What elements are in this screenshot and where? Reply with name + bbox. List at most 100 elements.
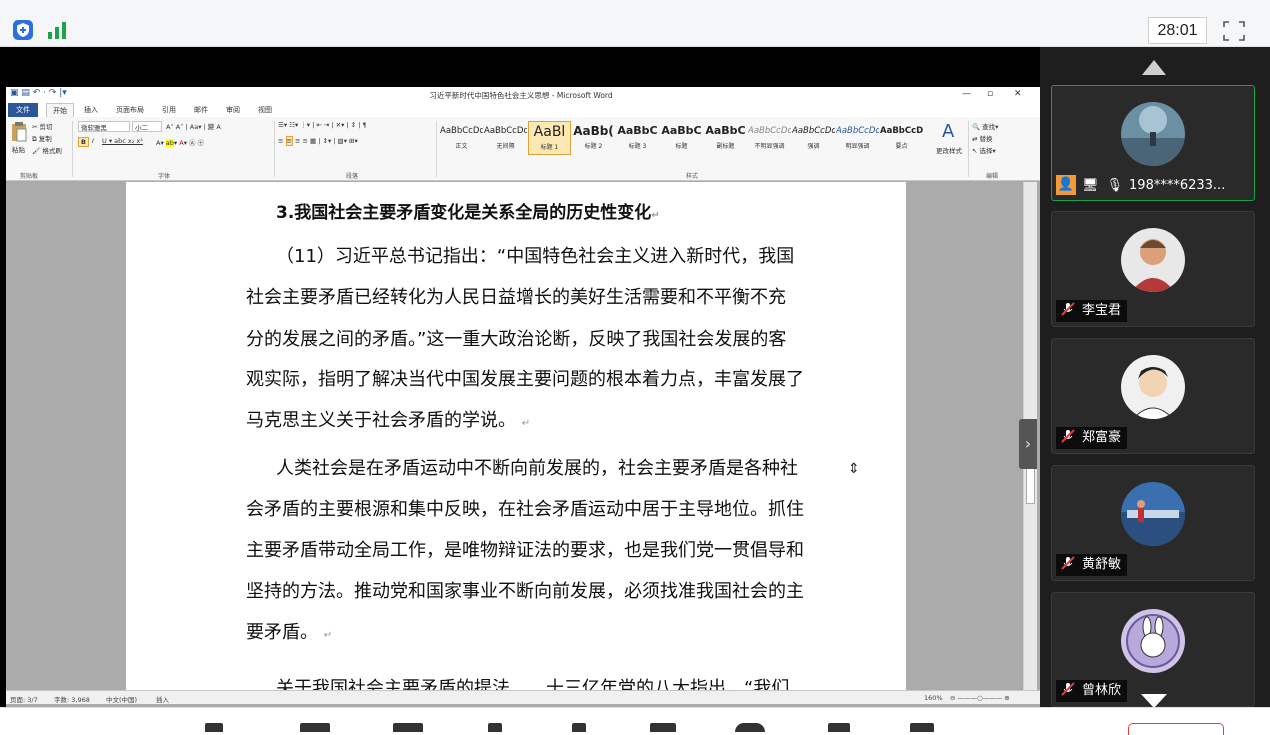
tab-page-layout[interactable]: 页面布局 — [116, 105, 144, 115]
participant-nametag: 黄舒敏 — [1056, 554, 1128, 576]
style-preview: AaBbC — [661, 124, 702, 137]
participant-name: 曾林欣 — [1082, 683, 1122, 698]
word-window: ▣ ▤ ↶ · ↷ |▾ 习近平新时代中国特色社会主义思想 - Microsof… — [6, 87, 1040, 707]
style-strong[interactable]: AaBbCcDd 要点 — [880, 121, 923, 155]
document-page[interactable]: 3.我国社会主要矛盾变化是关系全局的历史性变化↵ （11）习近平总书记指出：“中… — [126, 182, 906, 692]
tab-review[interactable]: 审阅 — [226, 105, 240, 115]
doc-line: （11）习近平总书记指出：“中国特色社会主义进入新时代，我国 — [276, 246, 795, 267]
tab-insert[interactable]: 插入 — [84, 105, 98, 115]
style-heading-1[interactable]: AaBl 标题 1 — [528, 121, 571, 155]
resize-cursor-icon: ⇕ — [848, 461, 860, 477]
underline-button[interactable]: U ▾ abc x₂ x² — [102, 137, 143, 145]
paste-button[interactable]: 粘贴 — [12, 144, 25, 154]
find-label: 查找 — [982, 123, 996, 131]
host-icon: 👤 — [1056, 175, 1076, 195]
close-icon[interactable]: ✕ — [1014, 89, 1022, 99]
avatar — [1121, 482, 1185, 546]
list-buttons[interactable]: ☰▾ ☷▾ ⋮▾ | ⇤ ⇥ | ✕▾ | ↕ | ¶ — [278, 121, 367, 129]
status-mode[interactable]: 插入 — [156, 694, 169, 704]
restore-icon[interactable]: ▫ — [987, 89, 993, 99]
style-preview: AaBbCcDd — [440, 126, 483, 136]
replace-button[interactable]: ⇄ 替换 — [972, 133, 993, 143]
doc-line: 社会主要矛盾已经转化为人民日益增长的美好生活需要和不平衡不充 — [246, 287, 786, 308]
style-subtle-emphasis[interactable]: AaBbCcDd 不明显强调 — [748, 121, 791, 155]
participant-tile[interactable]: 黄舒敏 — [1051, 465, 1255, 581]
avatar — [1121, 102, 1185, 166]
text-effects-button[interactable]: A▾ ab▾ A▾ Ⓐ ㊉ — [156, 137, 204, 147]
ribbon-tabs: 文件 开始 插入 页面布局 引用 邮件 审阅 视图 — [6, 103, 1040, 117]
cut-button[interactable]: ✂ 剪切 — [32, 121, 53, 131]
doc-line-end: 马克思主义关于社会矛盾的学说。 ↵ — [246, 406, 530, 432]
doc-line: 分的发展之间的矛盾。”这一重大政治论断，反映了我国社会发展的客 — [246, 329, 787, 350]
tab-file[interactable]: 文件 — [8, 103, 38, 117]
fullscreen-icon[interactable] — [1222, 20, 1246, 42]
meeting-top-bar: 28:01 — [0, 0, 1270, 47]
participant-tile[interactable]: 李宝君 — [1051, 211, 1255, 327]
doc-line: 主要矛盾带动全局工作，是唯物辩证法的要求，也是我们党一贯倡导和 — [246, 540, 804, 561]
status-words[interactable]: 字数: 3,968 — [54, 694, 90, 704]
status-zoom[interactable]: 160% — [924, 694, 943, 702]
participant-nametag: 郑富豪 — [1056, 427, 1128, 449]
align-buttons[interactable]: ≡ ≡ ≡ ≡ ▦ | ↕▾ | ▧▾ ⊞▾ — [278, 136, 358, 146]
word-status-bar: 页面: 3/7 字数: 3,968 中文(中国) 插入 160% ⊖ ———○—… — [6, 690, 1040, 704]
status-page[interactable]: 页面: 3/7 — [10, 694, 38, 704]
scroll-down-icon[interactable] — [1141, 694, 1167, 708]
select-button[interactable]: ↖ 选择▾ — [972, 145, 996, 155]
participant-tile[interactable]: 曾林欣 — [1051, 592, 1255, 707]
scroll-up-icon[interactable] — [1142, 60, 1166, 75]
format-painter-button[interactable]: 🖌 格式刷 — [32, 145, 62, 155]
style-intense-emphasis[interactable]: AaBbCcDd 明显强调 — [836, 121, 879, 155]
style-name: 不明显强调 — [754, 143, 785, 150]
quick-access-toolbar[interactable]: ▣ ▤ ↶ · ↷ |▾ — [10, 88, 67, 98]
participant-name: 198****6233... — [1129, 177, 1226, 193]
style-name: 强调 — [807, 143, 820, 150]
center-align-button[interactable]: ≡ — [285, 136, 293, 146]
style-name: 标题 — [675, 143, 688, 150]
font-size-select[interactable]: 小二 — [132, 121, 162, 132]
document-heading: 3.我国社会主要矛盾变化是关系全局的历史性变化↵ — [276, 198, 660, 223]
tab-home[interactable]: 开始 — [46, 103, 74, 117]
expand-panel-button[interactable]: › — [1019, 419, 1037, 469]
style-name: 标题 3 — [628, 143, 647, 150]
mic-off-icon — [1061, 302, 1075, 316]
style-title[interactable]: AaBbC 标题 — [660, 121, 703, 155]
style-name: 标题 2 — [584, 143, 603, 150]
paragraph-mark: ↵ — [521, 418, 531, 429]
status-language[interactable]: 中文(中国) — [106, 694, 137, 704]
change-styles-icon[interactable]: A — [942, 121, 954, 142]
minimize-icon[interactable]: — — [962, 89, 971, 99]
shield-icon[interactable] — [12, 19, 34, 41]
paragraph-group-label: 段落 — [346, 173, 359, 180]
paste-icon[interactable] — [10, 121, 28, 143]
italic-button[interactable]: I — [92, 137, 94, 145]
mic-off-icon — [1061, 556, 1075, 570]
style-preview: AaBbC — [705, 124, 746, 137]
end-meeting-button[interactable] — [1128, 723, 1224, 735]
style-emphasis[interactable]: AaBbCcDd 强调 — [792, 121, 835, 155]
participant-nametag: 曾林欣 — [1056, 680, 1128, 702]
font-name-select[interactable]: 微软雅黑 — [78, 121, 130, 132]
tab-view[interactable]: 视图 — [258, 105, 272, 115]
change-styles-button[interactable]: 更改样式 — [936, 145, 962, 155]
style-normal[interactable]: AaBbCcDd 正文 — [440, 121, 483, 155]
style-heading-2[interactable]: AaBb(标题 2 — [572, 121, 615, 155]
font-color-swatch: A — [179, 139, 184, 147]
doc-line: 观实际，指明了解决当代中国发展主要问题的根本着力点，丰富发展了 — [246, 369, 804, 390]
style-name: 要点 — [895, 143, 908, 150]
style-no-spacing[interactable]: AaBbCcDd 无间隔 — [484, 121, 527, 155]
style-heading-3[interactable]: AaBbC 标题 3 — [616, 121, 659, 155]
zoom-slider[interactable]: ⊖ ———○——— ⊕ — [950, 694, 1010, 702]
doc-line: 会矛盾的主要根源和集中反映，在社会矛盾运动中居于主导地位。抓住 — [246, 499, 804, 520]
find-button[interactable]: 🔍 查找▾ — [972, 121, 998, 131]
participant-tile[interactable]: 郑富豪 — [1051, 338, 1255, 454]
participant-tile[interactable]: 👤 🖥 🎙 198****6233... — [1051, 85, 1255, 201]
tab-mailings[interactable]: 邮件 — [194, 105, 208, 115]
tab-references[interactable]: 引用 — [162, 105, 176, 115]
style-name: 无间隔 — [496, 143, 515, 150]
font-size-buttons[interactable]: A˄ A˅ | Aa▾ | 變 A — [166, 121, 221, 131]
document-area: 3.我国社会主要矛盾变化是关系全局的历史性变化↵ （11）习近平总书记指出：“中… — [6, 182, 1040, 692]
copy-button[interactable]: ⧉ 复制 — [32, 133, 52, 144]
style-subtitle[interactable]: AaBbC 副标题 — [704, 121, 747, 155]
signal-bars-icon[interactable] — [46, 19, 68, 41]
bold-button[interactable]: B — [78, 137, 89, 147]
